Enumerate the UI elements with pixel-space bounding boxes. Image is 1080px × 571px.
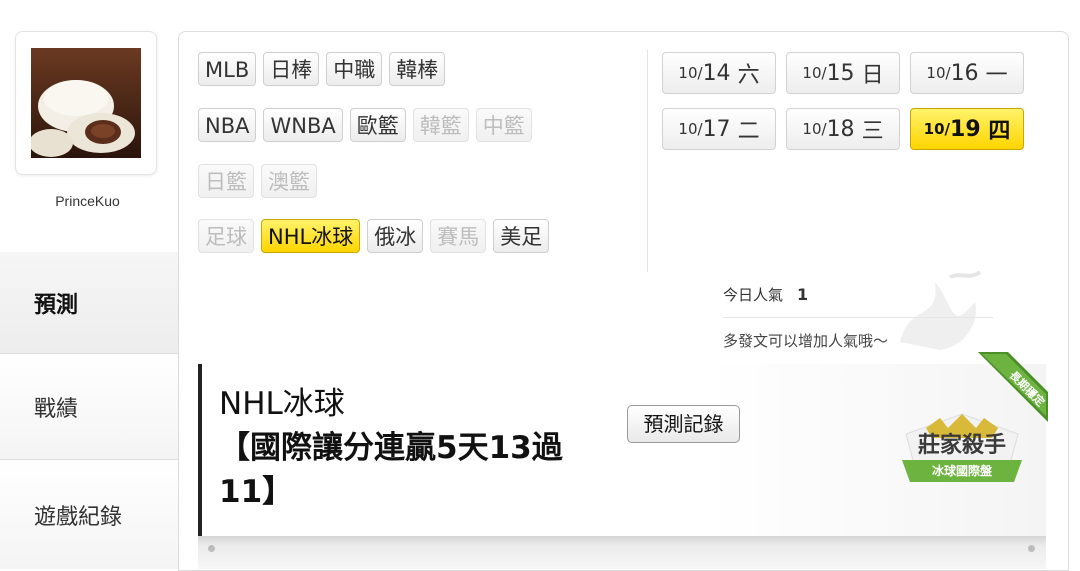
category-euro-basketball[interactable]: 歐籃 xyxy=(349,108,406,142)
date-month: 10/ xyxy=(923,120,951,138)
date-weekday: 六 xyxy=(737,63,760,88)
category-china-basketball: 中籃 xyxy=(475,108,532,142)
category-horse-racing: 賽馬 xyxy=(430,219,487,253)
date-month: 10/ xyxy=(678,120,703,138)
category-kbo[interactable]: 韓棒 xyxy=(389,52,446,86)
post-title: NHL冰球 【國際讓分連贏5天13過 11】 xyxy=(219,382,599,514)
date-day: 14 xyxy=(702,60,731,86)
post-category: NHL冰球 xyxy=(219,386,345,422)
category-row-basketball-2: 日籃 澳籃 xyxy=(198,164,317,198)
avatar-image xyxy=(31,48,141,158)
category-wnba[interactable]: WNBA xyxy=(263,108,343,142)
category-korea-basketball: 韓籃 xyxy=(412,108,469,142)
category-npb[interactable]: 日棒 xyxy=(263,52,320,86)
badge-title: 莊家殺手 xyxy=(918,432,1006,458)
date-1016[interactable]: 10/16 一 xyxy=(910,52,1024,94)
date-day: 16 xyxy=(950,60,979,86)
date-day: 17 xyxy=(702,116,731,142)
avatar[interactable] xyxy=(15,31,157,175)
post-headline-cont: 11】 xyxy=(219,474,294,510)
popularity-hint: 多發文可以增加人氣哦～ xyxy=(723,332,889,350)
date-weekday: 四 xyxy=(988,119,1011,144)
date-1014[interactable]: 10/14 六 xyxy=(662,52,776,94)
date-1018[interactable]: 10/18 三 xyxy=(786,108,900,150)
date-month: 10/ xyxy=(926,64,951,82)
date-day: 15 xyxy=(826,60,855,86)
category-japan-basketball: 日籃 xyxy=(198,164,254,198)
category-row-other: 足球 NHL冰球 俄冰 賽馬 美足 xyxy=(198,219,550,253)
date-month: 10/ xyxy=(678,64,703,82)
badge-icon: 莊家殺手 冰球國際盤 xyxy=(902,413,1022,482)
date-weekday: 一 xyxy=(985,63,1008,88)
date-1019[interactable]: 10/19 四 xyxy=(910,108,1024,150)
popularity-value: 1 xyxy=(797,285,809,304)
bar-dot xyxy=(208,545,215,552)
divider xyxy=(647,50,648,272)
nav-item-predict[interactable]: 預測 xyxy=(0,252,178,353)
category-nba[interactable]: NBA xyxy=(198,108,257,142)
sidebar: PrinceKuo 預測 戰績 遊戲紀錄 xyxy=(0,0,178,569)
decorative-swirl-icon xyxy=(900,270,982,350)
post-headline: 【國際讓分連贏5天13過 xyxy=(219,430,563,466)
badge-subtitle: 冰球國際盤 xyxy=(932,463,993,478)
date-day: 19 xyxy=(950,116,981,142)
nav-item-record[interactable]: 戰績 xyxy=(0,353,178,459)
date-1015[interactable]: 10/15 日 xyxy=(786,52,900,94)
divider xyxy=(723,317,993,318)
date-weekday: 日 xyxy=(861,63,884,88)
category-row-basketball: NBA WNBA 歐籃 韓籃 中籃 xyxy=(198,108,532,142)
category-khl[interactable]: 俄冰 xyxy=(367,219,424,253)
date-month: 10/ xyxy=(802,120,827,138)
date-1017[interactable]: 10/17 二 xyxy=(662,108,776,150)
date-weekday: 三 xyxy=(861,119,884,144)
post-footer-bar xyxy=(198,536,1046,569)
bar-dot xyxy=(1028,545,1035,552)
popularity-label: 今日人氣 xyxy=(723,286,784,304)
date-day: 18 xyxy=(826,116,855,142)
prediction-record-button[interactable]: 預測記錄 xyxy=(627,405,740,443)
category-mlb[interactable]: MLB xyxy=(198,52,257,86)
nav-item-game-log[interactable]: 遊戲紀錄 xyxy=(0,459,178,569)
popularity: 今日人氣 1 xyxy=(723,284,808,305)
category-soccer: 足球 xyxy=(198,219,254,253)
category-cpbl[interactable]: 中職 xyxy=(326,52,383,86)
date-weekday: 二 xyxy=(737,119,760,144)
date-month: 10/ xyxy=(802,64,827,82)
category-australia-basketball: 澳籃 xyxy=(261,164,317,198)
username: PrinceKuo xyxy=(55,193,120,209)
category-row-baseball: MLB 日棒 中職 韓棒 xyxy=(198,52,446,86)
category-nhl[interactable]: NHL冰球 xyxy=(261,219,361,253)
category-nfl[interactable]: 美足 xyxy=(493,219,550,253)
